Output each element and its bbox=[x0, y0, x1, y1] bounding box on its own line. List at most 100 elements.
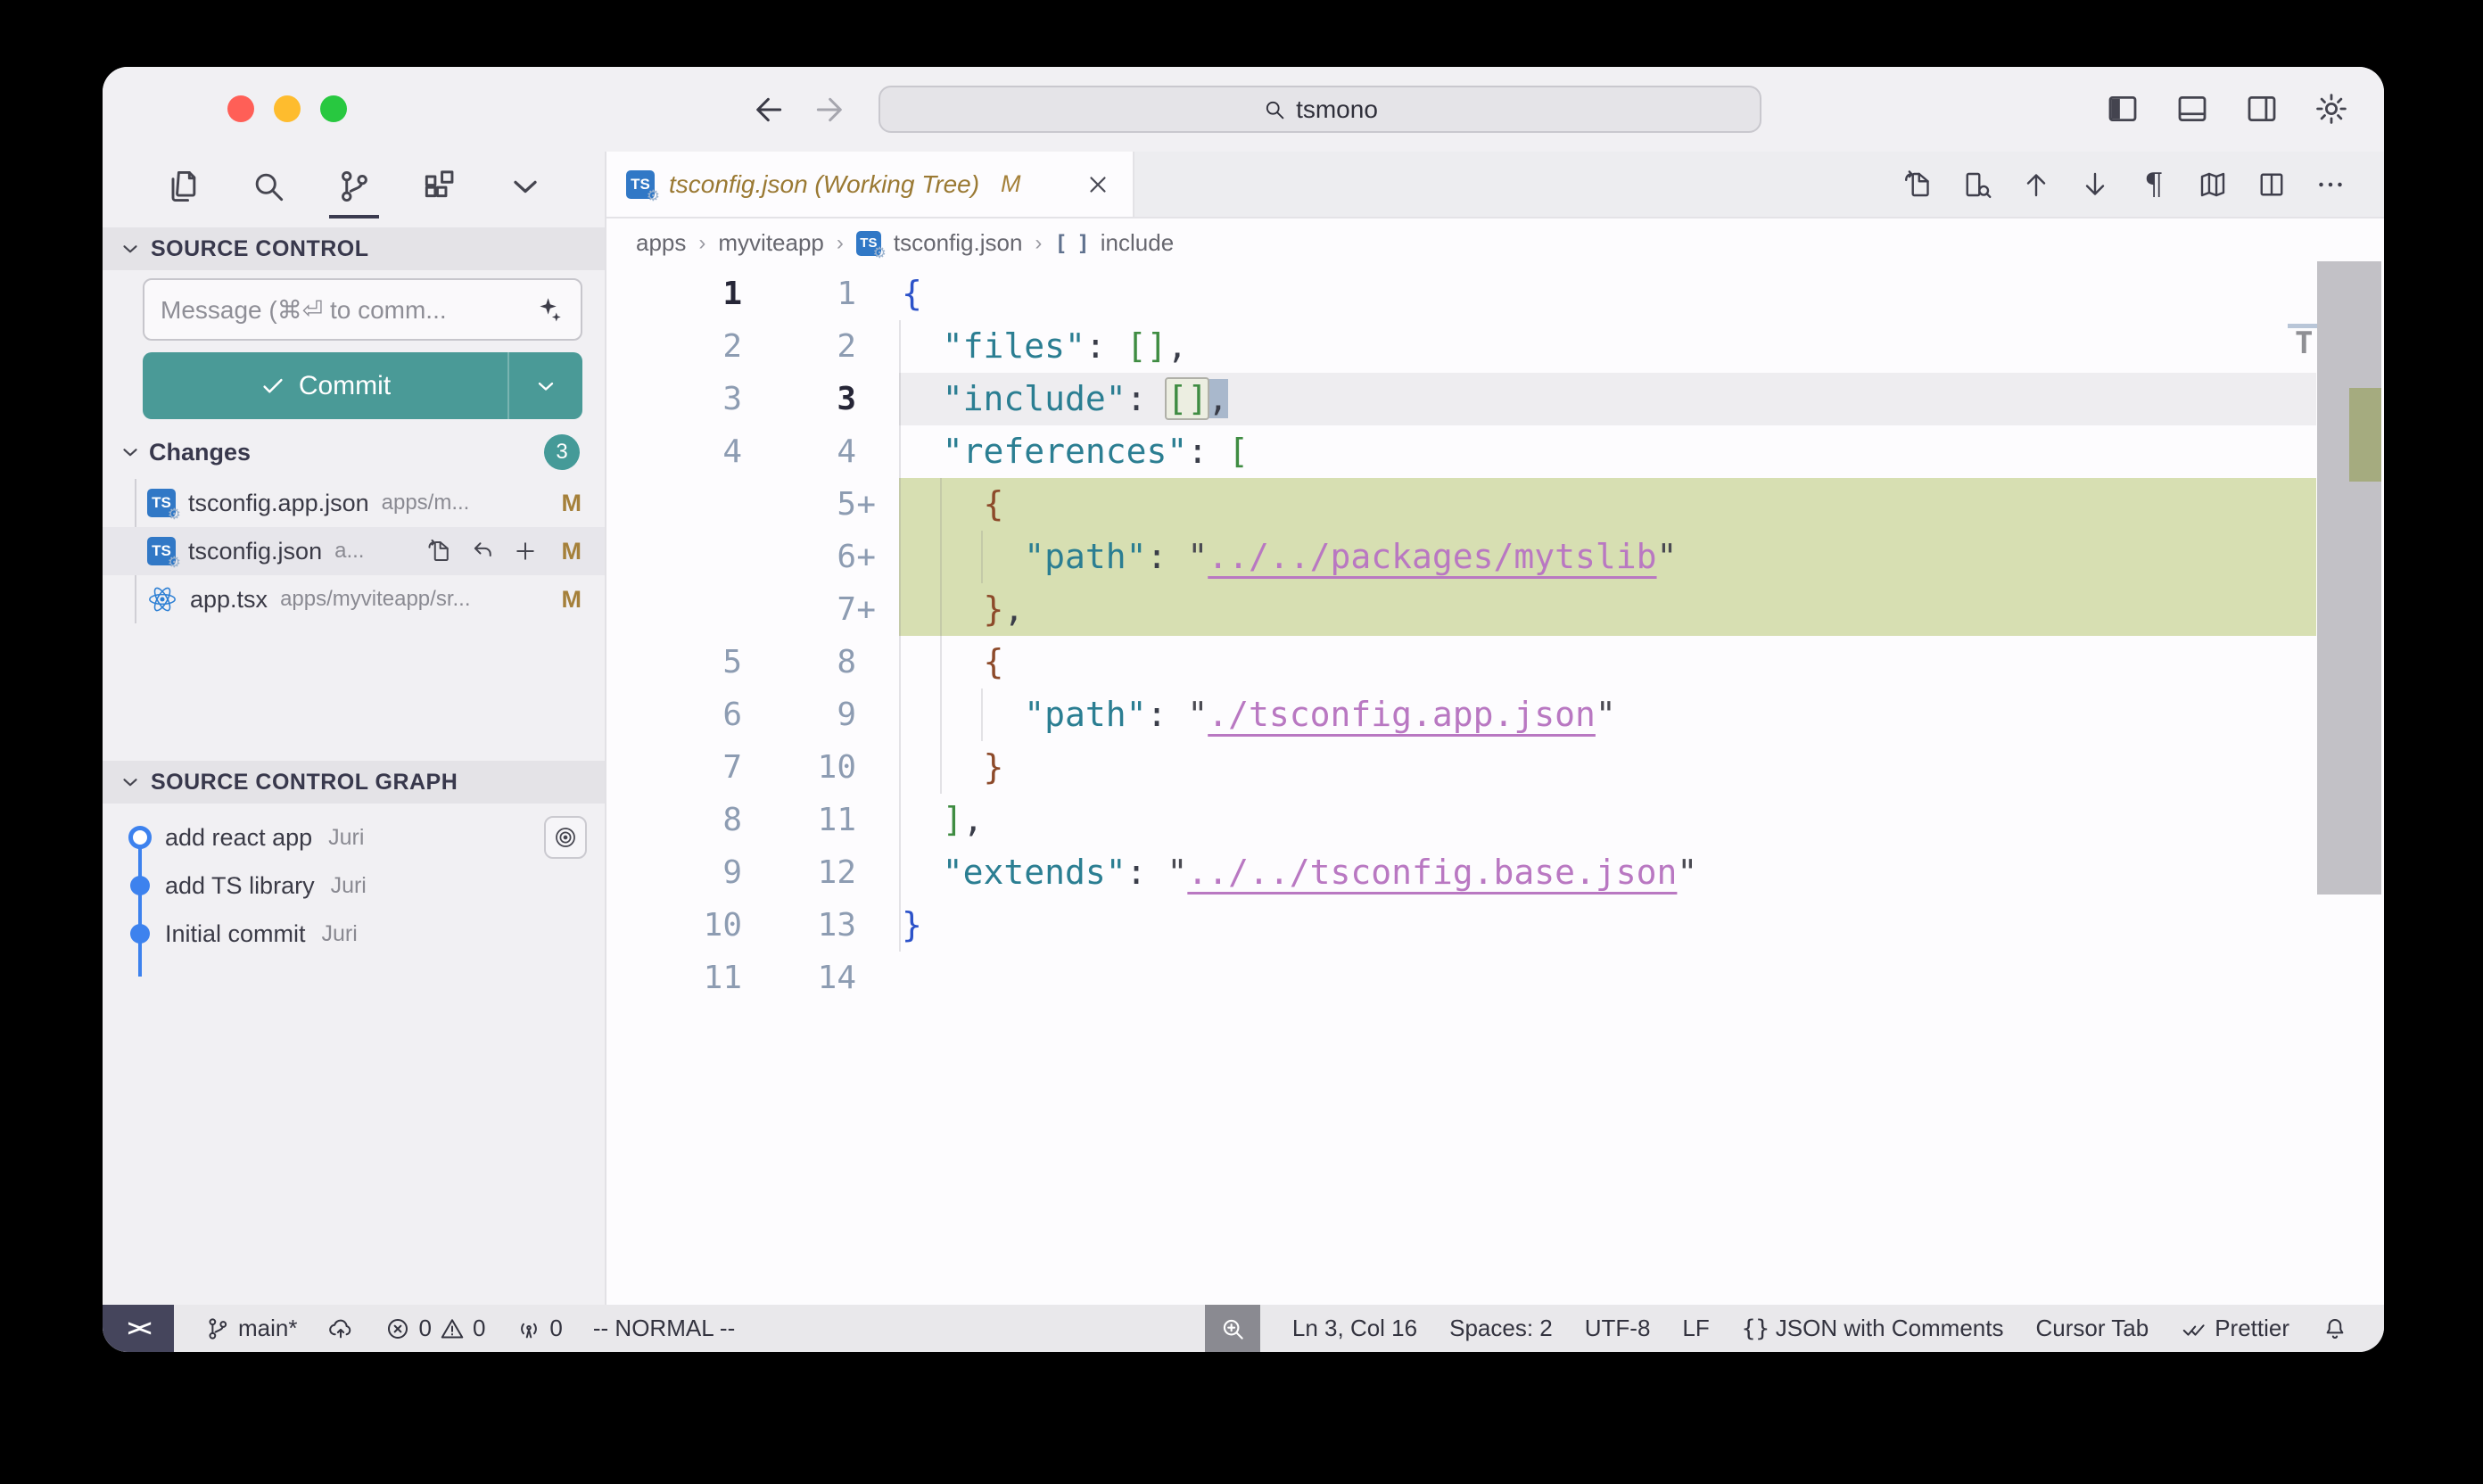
source-control-icon[interactable] bbox=[334, 167, 374, 206]
pilcrow-icon[interactable]: ¶ bbox=[2138, 169, 2170, 201]
activity-bar bbox=[103, 152, 605, 221]
change-file-row[interactable]: TS⚙tsconfig.app.jsonapps/m...M bbox=[103, 479, 605, 527]
new-line-number: 3 bbox=[742, 373, 856, 425]
previous-change-icon[interactable] bbox=[2020, 169, 2052, 201]
array-symbol-icon: [ ] bbox=[1054, 231, 1087, 256]
search-icon[interactable] bbox=[249, 167, 288, 206]
code-line[interactable]: 22 "files": [], bbox=[606, 320, 2384, 373]
overview-ruler-added-marker bbox=[2349, 388, 2381, 482]
zoom-indicator[interactable] bbox=[1205, 1305, 1260, 1352]
ports-status[interactable]: 0 bbox=[516, 1315, 562, 1342]
code-line[interactable]: 69 "path": "./tsconfig.app.json" bbox=[606, 688, 2384, 741]
layout-sidebar-left-icon[interactable] bbox=[2104, 90, 2141, 128]
checkout-target-button[interactable] bbox=[544, 816, 587, 859]
layout-panel-icon[interactable] bbox=[2174, 90, 2211, 128]
minimap[interactable]: T bbox=[2295, 328, 2313, 359]
close-tab-icon[interactable] bbox=[1085, 171, 1111, 198]
commit-node-icon bbox=[130, 876, 150, 895]
extensions-icon[interactable] bbox=[420, 167, 459, 206]
code-line-text: "path": "../../packages/mytslib" bbox=[899, 531, 2316, 583]
encoding[interactable]: UTF-8 bbox=[1585, 1315, 1651, 1342]
code-editor[interactable]: 11{22 "files": [],33 "include": [],44 "r… bbox=[606, 268, 2384, 1305]
minimize-window-button[interactable] bbox=[274, 95, 301, 122]
vertical-scrollbar[interactable] bbox=[2317, 261, 2381, 895]
more-views-icon[interactable] bbox=[506, 167, 545, 206]
forward-arrow-icon[interactable] bbox=[811, 92, 846, 128]
file-path: apps/myviteapp/sr... bbox=[280, 587, 470, 612]
sparkle-icon[interactable] bbox=[534, 294, 565, 325]
close-window-button[interactable] bbox=[227, 95, 254, 122]
vscode-window: tsmono SOURCE CONTROL Message (⌘⏎ to com… bbox=[103, 67, 2384, 1352]
code-line[interactable]: 58 { bbox=[606, 636, 2384, 688]
more-actions-icon[interactable] bbox=[2314, 169, 2347, 201]
zoom-window-button[interactable] bbox=[320, 95, 347, 122]
formatter[interactable]: Prettier bbox=[2181, 1315, 2289, 1342]
code-line[interactable]: 6+ "path": "../../packages/mytslib" bbox=[606, 531, 2384, 583]
back-arrow-icon[interactable] bbox=[752, 92, 788, 128]
chevron-down-icon bbox=[119, 771, 142, 794]
commit-dropdown-button[interactable] bbox=[507, 352, 582, 419]
source-control-graph-header[interactable]: SOURCE CONTROL GRAPH bbox=[103, 761, 605, 804]
discard-icon[interactable] bbox=[469, 538, 496, 565]
change-file-row[interactable]: app.tsxapps/myviteapp/sr...M bbox=[103, 575, 605, 623]
next-change-icon[interactable] bbox=[2079, 169, 2111, 201]
code-line[interactable]: 1013} bbox=[606, 899, 2384, 952]
commit-message-input[interactable]: Message (⌘⏎ to comm... bbox=[143, 278, 582, 341]
code-line[interactable]: 811 ], bbox=[606, 794, 2384, 846]
indentation[interactable]: Spaces: 2 bbox=[1449, 1315, 1553, 1342]
source-control-header[interactable]: SOURCE CONTROL bbox=[103, 227, 605, 270]
publish-button[interactable] bbox=[327, 1315, 354, 1342]
commit-message: add react app bbox=[165, 824, 312, 852]
commit-author: Juri bbox=[328, 825, 364, 851]
code-line[interactable]: 1114 bbox=[606, 952, 2384, 1004]
code-line[interactable]: 912 "extends": "../../tsconfig.base.json… bbox=[606, 846, 2384, 899]
language-mode[interactable]: {}JSON with Comments bbox=[1742, 1315, 2004, 1342]
code-line[interactable]: 11{ bbox=[606, 268, 2384, 320]
map-icon[interactable] bbox=[2197, 169, 2229, 201]
added-line-plus: + bbox=[856, 478, 876, 531]
cursor-position[interactable]: Ln 3, Col 16 bbox=[1292, 1315, 1417, 1342]
plus-icon[interactable] bbox=[512, 538, 539, 565]
changes-section-header[interactable]: Changes 3 bbox=[103, 430, 605, 474]
breadcrumb-item[interactable]: myviteapp bbox=[718, 229, 824, 257]
code-line[interactable]: 44 "references": [ bbox=[606, 425, 2384, 478]
vim-mode[interactable]: -- NORMAL -- bbox=[593, 1315, 735, 1342]
command-center-search[interactable]: tsmono bbox=[879, 86, 1761, 133]
changes-count-badge: 3 bbox=[544, 434, 580, 470]
chevron-down-icon bbox=[119, 441, 142, 464]
breadcrumb-item[interactable]: tsconfig.json bbox=[894, 229, 1023, 257]
remote-indicator[interactable]: >< bbox=[103, 1305, 174, 1352]
change-file-row[interactable]: TS⚙tsconfig.jsona...M bbox=[103, 527, 605, 575]
split-editor-icon[interactable] bbox=[2256, 169, 2288, 201]
old-line-number: 10 bbox=[606, 899, 742, 952]
layout-sidebar-right-icon[interactable] bbox=[2243, 90, 2281, 128]
goto-file-icon[interactable] bbox=[426, 538, 453, 565]
file-name: tsconfig.app.json bbox=[188, 490, 369, 517]
typescript-config-file-icon: TS⚙ bbox=[147, 537, 176, 565]
code-line[interactable]: 33 "include": [], bbox=[606, 373, 2384, 425]
commit-button[interactable]: Commit bbox=[143, 352, 582, 419]
code-line[interactable]: 710 } bbox=[606, 741, 2384, 794]
code-line[interactable]: 7+ }, bbox=[606, 583, 2384, 636]
explorer-icon[interactable] bbox=[163, 167, 202, 206]
open-changes-icon[interactable] bbox=[1961, 169, 1993, 201]
commit-row[interactable]: Initial commitJuri bbox=[103, 910, 605, 958]
commit-node-icon bbox=[130, 924, 150, 944]
breadcrumb-item[interactable]: apps bbox=[636, 229, 686, 257]
problems-status[interactable]: 00 bbox=[384, 1315, 485, 1342]
goto-file-icon[interactable] bbox=[1902, 169, 1934, 201]
commit-row[interactable]: add react app Juri bbox=[103, 813, 605, 862]
code-line[interactable]: 5+ { bbox=[606, 478, 2384, 531]
branch-status[interactable]: main* bbox=[204, 1315, 297, 1342]
breadcrumb-separator: › bbox=[837, 231, 844, 256]
tab-tsconfig-working-tree[interactable]: TS⚙ tsconfig.json (Working Tree) M bbox=[606, 152, 1134, 217]
new-line-number: 1 bbox=[742, 268, 856, 320]
notifications-bell[interactable] bbox=[2322, 1315, 2348, 1342]
commit-row[interactable]: add TS libraryJuri bbox=[103, 862, 605, 910]
old-line-number: 11 bbox=[606, 952, 742, 1004]
code-line-text: "include": [], bbox=[899, 373, 2316, 425]
breadcrumb-item[interactable]: include bbox=[1101, 229, 1174, 257]
eol[interactable]: LF bbox=[1682, 1315, 1709, 1342]
cursor-tab[interactable]: Cursor Tab bbox=[2036, 1315, 2149, 1342]
gear-icon[interactable] bbox=[2313, 90, 2350, 128]
